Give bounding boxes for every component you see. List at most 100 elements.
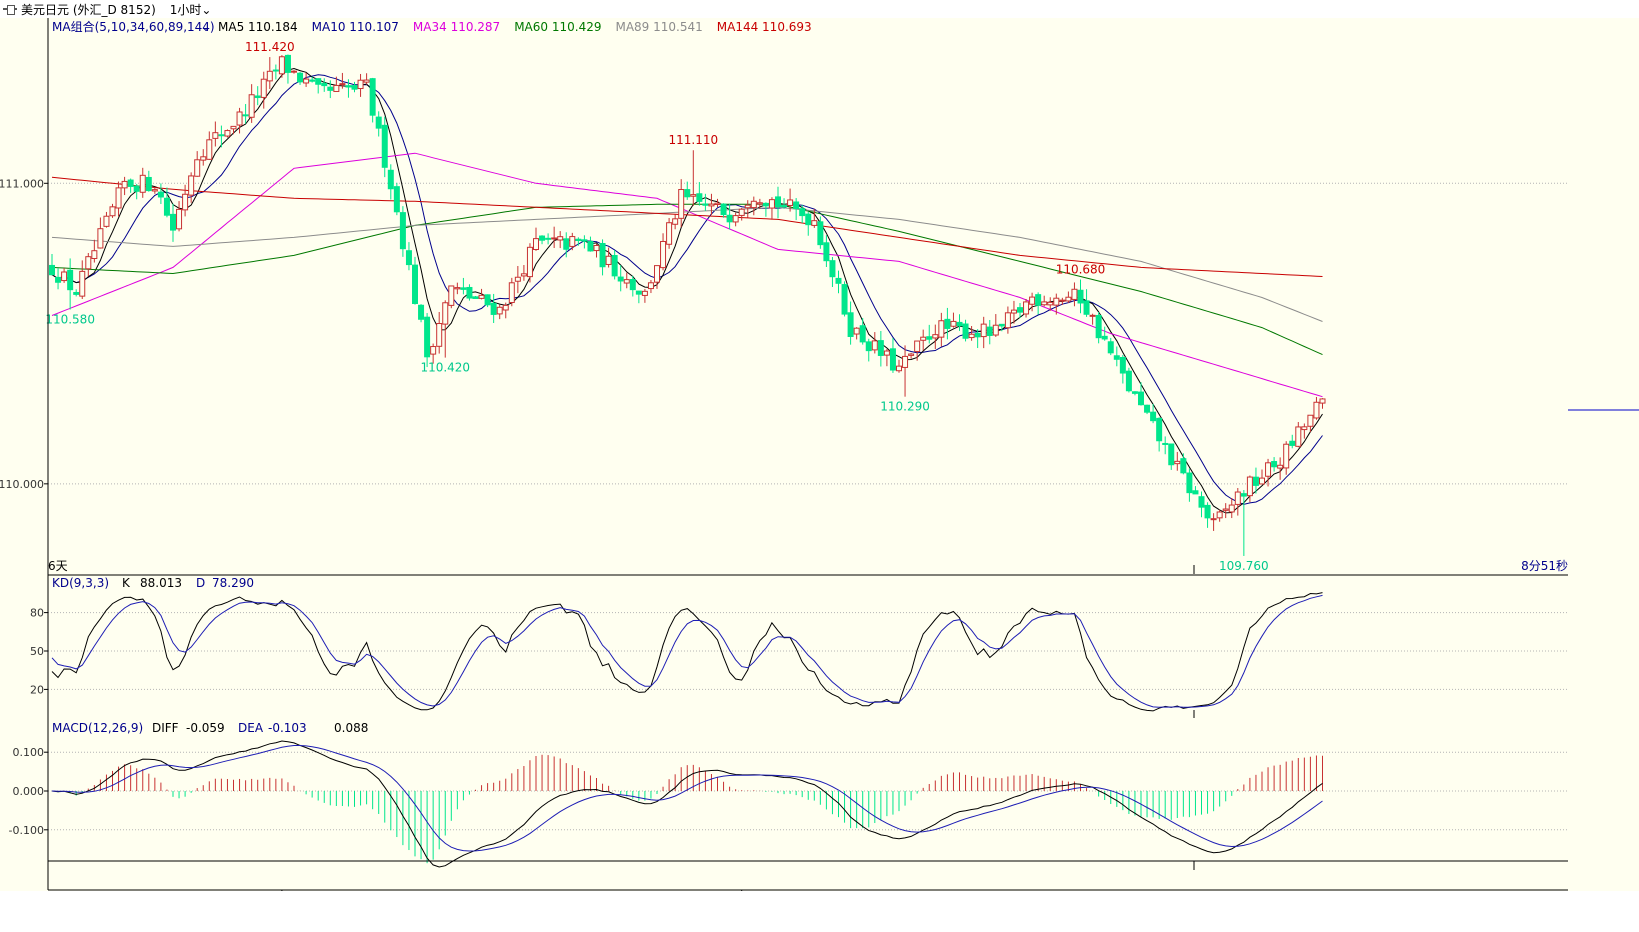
- candle-body: [79, 270, 86, 297]
- ma-legend-item-ma60: MA60 110.429: [514, 20, 601, 34]
- candle-body: [418, 304, 425, 320]
- candle: [224, 129, 231, 138]
- candle-body: [218, 134, 225, 137]
- candle: [448, 285, 455, 309]
- candle-body: [133, 185, 140, 192]
- candle-body: [629, 279, 636, 291]
- candle-body: [242, 114, 249, 117]
- candle-body: [1041, 301, 1048, 306]
- candle-body: [1210, 518, 1217, 521]
- candle-body: [738, 208, 745, 216]
- kd-indicator-label[interactable]: KD(9,3,3): [52, 576, 109, 590]
- candle: [484, 294, 491, 308]
- candle-body: [1107, 341, 1114, 354]
- candle-body: [986, 326, 993, 337]
- candle-body: [170, 213, 176, 231]
- candle-body: [454, 287, 461, 290]
- candle-body: [593, 244, 600, 252]
- candle-body: [654, 265, 660, 283]
- candle-body: [1083, 300, 1090, 315]
- candle-body: [708, 203, 715, 207]
- candle-body: [1144, 404, 1151, 413]
- candle-body: [599, 242, 606, 268]
- price-annotation: 110.680: [1056, 262, 1106, 276]
- candle-body: [635, 290, 642, 295]
- candle-body: [182, 193, 189, 211]
- candle-body: [502, 304, 509, 311]
- candle-body: [823, 242, 830, 262]
- candle-body: [926, 336, 933, 340]
- ma-legend-item-ma144: MA144 110.693: [717, 20, 812, 34]
- candle-body: [490, 302, 497, 315]
- candle-body: [230, 125, 237, 130]
- candle-body: [405, 250, 412, 266]
- candle-body: [805, 213, 812, 226]
- candle-body: [647, 282, 654, 290]
- chart-canvas[interactable]: 111.420 110.580 110.420 111.110 110.290 110.6…: [0, 18, 1639, 932]
- candle-body: [1125, 370, 1132, 392]
- candle-body: [121, 180, 128, 189]
- candle-body: [309, 79, 316, 82]
- ma-legend-item-ma5: MA5 110.184: [218, 20, 298, 34]
- candle-body: [478, 294, 485, 299]
- candle-body: [1204, 504, 1211, 519]
- candle-body: [1113, 355, 1120, 360]
- chevron-down-icon: ⌄: [201, 2, 212, 17]
- candle-body: [145, 176, 152, 192]
- candle-body: [291, 70, 297, 73]
- candle-body: [551, 237, 558, 240]
- candle-body: [781, 204, 788, 208]
- kd-k-value: 88.013: [140, 576, 182, 590]
- ma-legend-item-ma10: MA10 110.107: [312, 20, 399, 34]
- candle-body: [460, 287, 467, 290]
- candle-body: [1101, 335, 1108, 340]
- macd-diff-label: DIFF: [152, 721, 179, 735]
- candle-body: [297, 72, 304, 83]
- candle-body: [914, 340, 921, 352]
- candle-body: [248, 94, 255, 118]
- candle-body: [375, 116, 382, 129]
- candle-body: [908, 353, 915, 356]
- candle-body: [103, 215, 110, 227]
- price-tick-label: 110.000: [0, 478, 44, 491]
- candle-body: [569, 236, 576, 247]
- candle-body: [200, 156, 207, 161]
- candle-body: [877, 340, 884, 356]
- kd-tick-label: 50: [30, 645, 44, 658]
- candle-body: [1131, 391, 1138, 394]
- candle-body: [950, 320, 957, 327]
- candle-body: [151, 189, 158, 192]
- candle-body: [357, 79, 364, 90]
- candle-body: [889, 348, 896, 371]
- price-annotation: 111.110: [668, 133, 718, 147]
- candle-body: [514, 276, 521, 282]
- candle-body: [1089, 314, 1096, 317]
- candle-body: [1180, 458, 1187, 474]
- candle-body: [980, 323, 987, 338]
- price-annotation: 111.420: [245, 40, 295, 54]
- macd-indicator-label[interactable]: MACD(12,26,9): [52, 721, 143, 735]
- candle-body: [1283, 443, 1290, 469]
- kd-k-label: K: [122, 576, 131, 590]
- candle-body: [1004, 312, 1011, 329]
- ma-indicator-label[interactable]: MA组合(5,10,34,60,89,144): [52, 19, 215, 34]
- candle-body: [1168, 443, 1175, 466]
- candle-body: [236, 111, 243, 126]
- candle-body: [188, 175, 195, 196]
- period-selector[interactable]: 1小时⌄: [170, 1, 212, 18]
- candle-body: [1295, 426, 1302, 447]
- candle-body: [678, 189, 685, 219]
- candle-body: [1174, 460, 1181, 465]
- candle-body: [212, 132, 219, 139]
- chart-window-icon: [3, 4, 17, 15]
- candle-body: [73, 291, 80, 295]
- candle-body: [750, 200, 757, 209]
- candle-body: [363, 79, 370, 83]
- candle-body: [472, 296, 479, 299]
- candle: [817, 216, 824, 249]
- candle-body: [1053, 297, 1060, 306]
- candle-body: [520, 273, 527, 277]
- candle-body: [896, 365, 902, 372]
- chevron-down-icon: ⌄: [201, 20, 211, 34]
- candle-body: [412, 264, 418, 304]
